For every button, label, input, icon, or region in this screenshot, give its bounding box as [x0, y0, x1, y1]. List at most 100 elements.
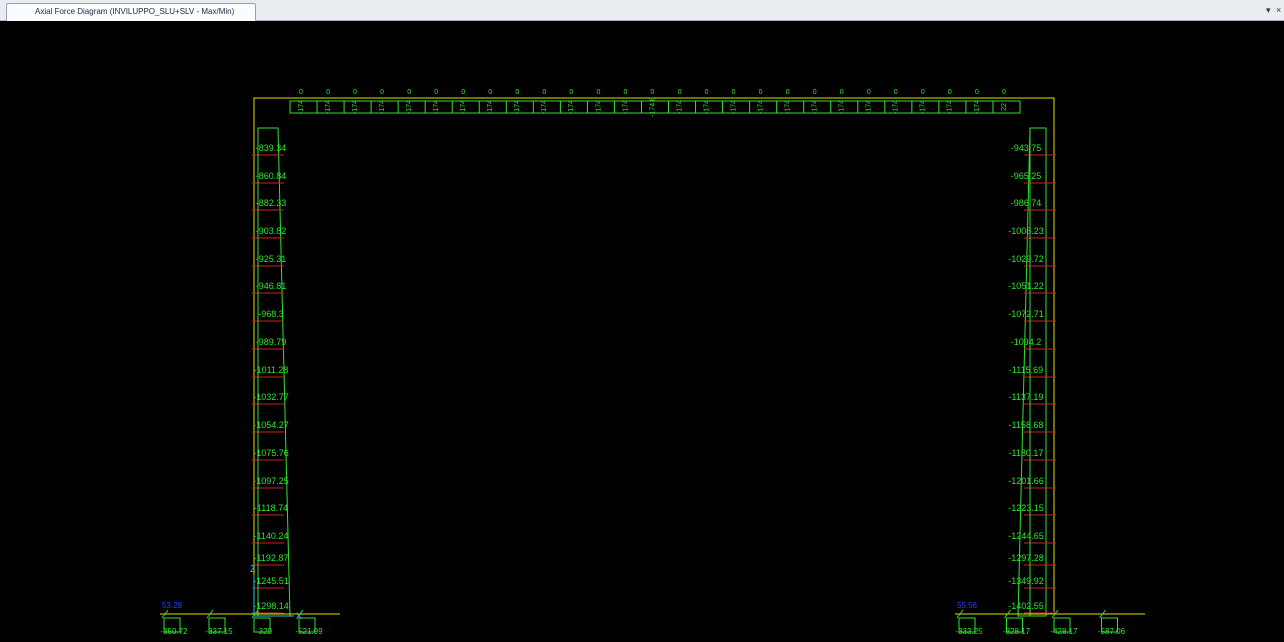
- beam-top-label: 0: [894, 89, 898, 96]
- tab-axial-force-diagram[interactable]: Axial Force Diagram (INVILUPPO_SLU+SLV -…: [6, 3, 256, 21]
- beam-bottom-label: -174: [298, 100, 305, 114]
- beam-top-label: 0: [434, 89, 438, 96]
- right-column-axial-label: -1158.68: [1009, 420, 1044, 430]
- left-column-axial-label: -1140.24: [254, 531, 289, 541]
- right-column-axial-label: -1402.55: [1008, 601, 1044, 611]
- left-column-axial-label: -989.79: [256, 337, 287, 347]
- left-column-axial-label: -925.31: [256, 254, 287, 264]
- left-foundation-value: -320: [256, 627, 273, 636]
- left-column-axial-label: -1097.25: [253, 476, 289, 486]
- beam-bottom-label: -174: [541, 100, 548, 114]
- right-column-axial-label: -1349.92: [1008, 576, 1044, 586]
- beam-top-label: 0: [353, 89, 357, 96]
- right-support-label: 55.56: [957, 601, 978, 610]
- left-column-axial-label: -946.81: [256, 281, 287, 291]
- document-tab-bar: Axial Force Diagram (INVILUPPO_SLU+SLV -…: [0, 0, 1284, 21]
- beam-top-label: 0: [1002, 89, 1006, 96]
- left-column-axial-label: -1118.74: [254, 503, 288, 513]
- beam-bottom-label: -174: [866, 100, 873, 114]
- left-column-axial-label: -1011.28: [254, 365, 289, 375]
- beam-bottom-label: -174: [703, 100, 710, 114]
- beam-top-label: 0: [921, 89, 925, 96]
- right-column-axial-label: -1072.71: [1008, 309, 1044, 319]
- beam-top-label: 0: [651, 89, 655, 96]
- left-column-axial-label: -968.3: [258, 309, 284, 319]
- right-foundation-value: -428.17: [1050, 627, 1078, 636]
- x-axis-label: X: [296, 611, 302, 621]
- right-column-axial-label: -986.74: [1011, 198, 1042, 208]
- left-column-axial-label: -1298.14: [253, 601, 289, 611]
- tab-list-dropdown-icon[interactable]: ▾: [1266, 4, 1271, 16]
- beam-bottom-label: -174: [947, 100, 954, 114]
- right-column-axial-label: -1244.65: [1008, 531, 1044, 541]
- left-column-axial-label: -1245.51: [253, 576, 289, 586]
- beam-top-label: 0: [975, 89, 979, 96]
- beam-bottom-label: -174: [893, 100, 900, 114]
- right-column-diagram: -943.75 -965.25 -986.74 -1008.23 -1029.72 -10…: [1008, 127, 1056, 617]
- beam-top-label: 0: [623, 89, 627, 96]
- right-column-axial-label: -1094.2: [1011, 337, 1042, 347]
- left-foundation-value: -350.72: [160, 627, 188, 636]
- right-foundation-value: -333.25: [955, 627, 983, 636]
- frame-centerline: [253, 97, 1055, 612]
- beam-bottom-label: -174: [379, 100, 386, 114]
- beam-center-label: -174.8: [649, 97, 656, 117]
- close-icon[interactable]: ×: [1276, 4, 1281, 16]
- left-foundation-value: -521.99: [295, 627, 323, 636]
- left-support-label: 53.28: [162, 601, 183, 610]
- beam-top-label: 0: [867, 89, 871, 96]
- tab-title: Axial Force Diagram (INVILUPPO_SLU+SLV -…: [35, 7, 235, 16]
- beam-bottom-label: -174: [974, 100, 981, 114]
- left-column-axial-label: -903.82: [256, 226, 287, 236]
- beam-top-label: 0: [488, 89, 492, 96]
- frame-members: [253, 97, 1055, 612]
- right-column-axial-label: -965.25: [1011, 171, 1042, 181]
- beam-diagram: 0 -174 0 -174 0 -174 0 -174 0 -174 0 -174 0 -174 0 -174…: [289, 89, 1021, 117]
- beam-top-label: 0: [542, 89, 546, 96]
- left-column-axial-label: -860.84: [256, 171, 287, 181]
- beam-bottom-label: -174: [839, 100, 846, 114]
- beam-bottom-label: -174: [406, 100, 413, 114]
- beam-top-label: 0: [813, 89, 817, 96]
- right-column-axial-label: -1180.17: [1009, 448, 1044, 458]
- right-column-axial-label: -1115.69: [1009, 365, 1043, 375]
- right-column-axial-label: -1008.23: [1008, 226, 1044, 236]
- beam-top-label: 0: [786, 89, 790, 96]
- right-foundation-value: -587.06: [1098, 627, 1126, 636]
- beam-bottom-label: -174: [622, 100, 629, 114]
- beam-top-label: 0: [569, 89, 573, 96]
- beam-bottom-label: -174: [487, 100, 494, 114]
- right-column-axial-label: -1029.72: [1008, 254, 1044, 264]
- left-column-axial-label: -1032.77: [253, 392, 289, 402]
- right-column-axial-label: -1051.22: [1008, 281, 1044, 291]
- beam-top-label: 0: [759, 89, 763, 96]
- right-column-axial-label: -1201.66: [1008, 476, 1044, 486]
- left-column-axial-label: -1075.76: [253, 448, 289, 458]
- right-column-axial-label: -1223.15: [1008, 503, 1044, 513]
- beam-top-label: 0: [461, 89, 465, 96]
- beam-bottom-label: -174: [920, 100, 927, 114]
- beam-top-label: 0: [407, 89, 411, 96]
- beam-bottom-label: -174: [352, 100, 359, 114]
- beam-top-label: 0: [948, 89, 952, 96]
- beam-bottom-label: -174: [568, 100, 575, 114]
- beam-bottom-label: -174: [325, 100, 332, 114]
- beam-top-label: 0: [678, 89, 682, 96]
- beam-bottom-label: -174: [812, 100, 819, 114]
- left-column-diagram: -839.34 -860.84 -882.33 -903.82 -925.31 -946.…: [252, 127, 291, 617]
- beam-top-label: 0: [596, 89, 600, 96]
- beam-bottom-label: -174: [514, 100, 521, 114]
- left-foundation-value: -337.15: [205, 627, 233, 636]
- left-column-axial-label: -882.33: [256, 198, 287, 208]
- z-axis-label: Z: [250, 564, 256, 574]
- left-column-axial-label: -1054.27: [253, 420, 289, 430]
- right-column-axial-label: -1137.19: [1009, 392, 1044, 402]
- beam-bottom-label: -174: [785, 100, 792, 114]
- beam-bottom-label: -174: [433, 100, 440, 114]
- beam-end-label: 22: [1001, 103, 1008, 111]
- foundation-diagram: 53.28 -350.72 -337.15 -320 -521.99 55.56 -333.…: [160, 601, 1145, 636]
- right-foundation-value: -328.17: [1003, 627, 1031, 636]
- beam-top-label: 0: [326, 89, 330, 96]
- beam-bottom-label: -174: [595, 100, 602, 114]
- model-viewport[interactable]: 0 -174 0 -174 0 -174 0 -174 0 -174 0 -174 0 -174 0 -174…: [0, 21, 1284, 637]
